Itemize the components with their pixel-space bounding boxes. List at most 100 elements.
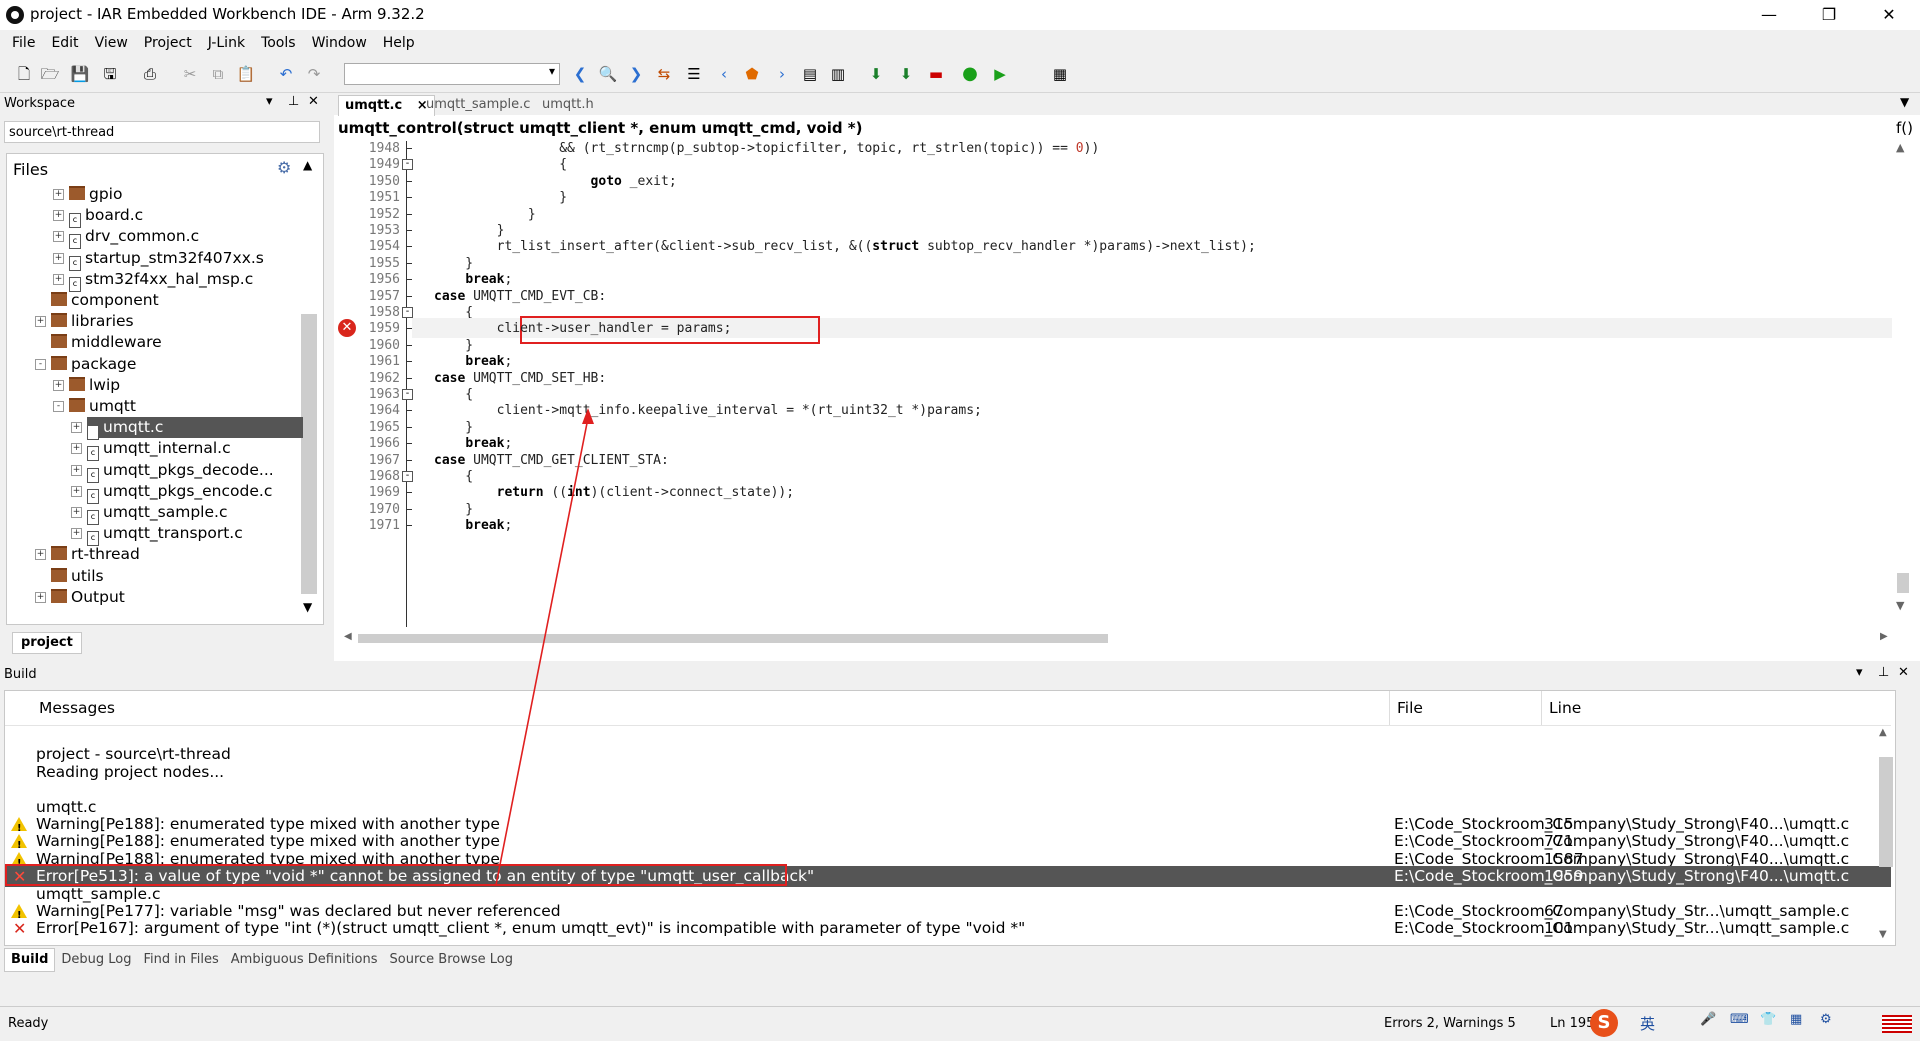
build-scrollbar[interactable]: ▲ ▼ <box>1879 727 1893 945</box>
tree-item[interactable]: + c umqtt_transport.c <box>71 523 243 547</box>
code-line[interactable]: { <box>434 157 567 172</box>
menu-edit[interactable]: Edit <box>43 30 86 56</box>
code-line[interactable]: break; <box>434 436 512 451</box>
scroll-right-icon[interactable]: ▶ <box>1880 631 1888 642</box>
tab-source-browse-log[interactable]: Source Browse Log <box>384 949 519 971</box>
pane-menu-icon[interactable]: ▾ <box>266 94 273 109</box>
ime-language[interactable]: 英 <box>1640 1013 1655 1034</box>
code-line[interactable]: break; <box>434 272 512 287</box>
tab-find-in-files[interactable]: Find in Files <box>138 949 225 971</box>
scroll-down-icon[interactable]: ▼ <box>1879 929 1887 940</box>
tree-scrollbar[interactable] <box>301 314 317 594</box>
tree-item[interactable]: + gpio <box>53 184 122 205</box>
expand-icon[interactable]: + <box>71 485 82 497</box>
scroll-thumb[interactable] <box>358 634 1108 643</box>
compile-icon[interactable]: ▤ <box>800 64 820 84</box>
tree-item[interactable]: + c stm32f4xx_hal_msp.c <box>53 269 253 292</box>
tree-item[interactable]: - umqtt <box>53 396 136 417</box>
column-line[interactable]: Line <box>1549 699 1581 717</box>
code-line[interactable]: client->user_handler = params; <box>434 321 732 336</box>
menu-tools[interactable]: Tools <box>253 30 304 56</box>
scroll-down-icon[interactable]: ▼ <box>1896 599 1904 612</box>
scroll-up-icon[interactable]: ▲ <box>1879 727 1887 738</box>
expand-icon[interactable]: + <box>53 379 64 391</box>
tree-item[interactable]: + c umqtt_pkgs_encode.c <box>71 481 272 504</box>
find-next-icon[interactable]: ❯ <box>626 64 646 84</box>
menu-file[interactable]: File <box>4 30 43 56</box>
copy-icon[interactable]: ⧉ <box>208 64 228 84</box>
find-combo[interactable] <box>344 63 560 85</box>
column-divider[interactable] <box>1541 691 1542 725</box>
cut-icon[interactable]: ✂ <box>180 64 200 84</box>
code-line[interactable]: } <box>434 207 536 222</box>
code-line[interactable]: { <box>434 387 473 402</box>
find-icon[interactable]: 🔍 <box>598 64 618 84</box>
code-line[interactable]: client->mqtt_info.keepalive_interval = *… <box>434 403 982 418</box>
editor-vertical-scrollbar[interactable]: ▲ ▼ <box>1894 141 1912 621</box>
expand-icon[interactable]: + <box>53 273 64 285</box>
breakpoint-tools-icon[interactable]: ▦ <box>1050 64 1070 84</box>
menu-jlink[interactable]: J-Link <box>200 30 253 56</box>
fold-toggle-icon[interactable]: - <box>402 389 413 400</box>
restore-icon[interactable]: ❐ <box>1806 0 1852 30</box>
navigate-forward-icon[interactable]: › <box>772 64 792 84</box>
tree-item[interactable]: + c umqtt_sample.c <box>71 502 227 525</box>
collapse-icon[interactable]: - <box>53 401 64 412</box>
pin-icon[interactable]: ⊥ <box>288 94 299 109</box>
code-line[interactable]: } <box>434 420 473 435</box>
tab-build[interactable]: Build <box>4 948 56 972</box>
redo-icon[interactable]: ↷ <box>304 64 324 84</box>
tree-item[interactable]: + Output <box>35 587 125 608</box>
scroll-down-icon[interactable]: ▼ <box>303 600 312 614</box>
stop-build-icon[interactable]: ▬ <box>926 64 946 84</box>
code-line[interactable]: && (rt_strncmp(p_subtop->topicfilter, to… <box>434 141 1099 156</box>
code-line[interactable]: case UMQTT_CMD_SET_HB: <box>434 371 606 386</box>
tree-item[interactable]: + rt-thread <box>35 544 140 565</box>
navigate-back-icon[interactable]: ‹ <box>714 64 734 84</box>
code-line[interactable]: return ((int)(client->connect_state)); <box>434 485 794 500</box>
expand-icon[interactable]: + <box>71 464 82 476</box>
code-line[interactable]: goto _exit; <box>434 174 677 189</box>
keyboard-icon[interactable]: ⌨ <box>1730 1012 1749 1027</box>
expand-icon[interactable]: + <box>53 252 64 264</box>
tree-item[interactable]: + c umqtt_internal.c <box>71 438 231 462</box>
debug-run-icon[interactable]: ● <box>960 64 980 84</box>
scroll-thumb[interactable] <box>1897 573 1909 593</box>
tab-debug-log[interactable]: Debug Log <box>55 949 137 971</box>
expand-icon[interactable]: + <box>53 189 64 200</box>
skin-icon[interactable]: 👕 <box>1760 1012 1776 1027</box>
tree-item[interactable]: component <box>51 290 159 311</box>
expand-icon[interactable]: + <box>71 528 82 540</box>
tree-item[interactable]: + lwip <box>53 375 120 396</box>
code-line[interactable]: break; <box>434 518 512 533</box>
expand-icon[interactable]: + <box>71 443 82 455</box>
code-line[interactable]: break; <box>434 354 512 369</box>
new-file-icon[interactable]: 🗋 <box>14 64 34 84</box>
ime-settings-icon[interactable]: ⚙ <box>1820 1012 1832 1027</box>
code-line[interactable]: } <box>434 256 473 271</box>
tab-ambiguous-definitions[interactable]: Ambiguous Definitions <box>225 949 384 971</box>
expand-icon[interactable]: + <box>35 316 46 328</box>
toolbox-icon[interactable]: ▦ <box>1790 1012 1802 1027</box>
ime-logo-icon[interactable]: S <box>1590 1009 1618 1037</box>
microphone-icon[interactable]: 🎤 <box>1700 1012 1716 1027</box>
print-icon[interactable]: ⎙ <box>140 64 160 84</box>
tree-item[interactable]: + c drv_common.c <box>53 226 199 250</box>
download-icon[interactable]: ⬇ <box>866 64 886 84</box>
code-line[interactable]: } <box>434 338 473 353</box>
debug-without-download-icon[interactable]: ▶ <box>990 64 1010 84</box>
tree-item[interactable]: + libraries <box>35 311 134 332</box>
pin-icon[interactable]: ⊥ <box>1878 665 1889 680</box>
code-line[interactable]: } <box>434 190 567 205</box>
pane-close-icon[interactable]: ✕ <box>308 94 319 109</box>
fold-toggle-icon[interactable]: - <box>402 307 413 318</box>
close-icon[interactable]: ✕ <box>1866 0 1912 30</box>
tab-umqtt-h[interactable]: umqtt.h <box>536 95 600 115</box>
code-line[interactable]: } <box>434 223 505 238</box>
tabs-dropdown-icon[interactable]: ▼ <box>1900 95 1909 109</box>
code-line[interactable]: } <box>434 502 473 517</box>
code-line[interactable]: rt_list_insert_after(&client->sub_recv_l… <box>434 239 1256 254</box>
collapse-icon[interactable]: - <box>35 358 46 370</box>
expand-icon[interactable]: + <box>53 231 64 243</box>
fold-toggle-icon[interactable]: - <box>402 159 413 171</box>
